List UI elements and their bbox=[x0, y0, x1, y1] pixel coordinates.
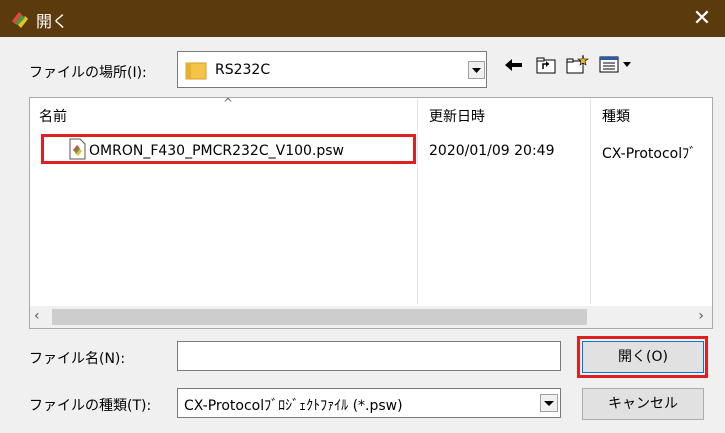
location-dropdown-button[interactable] bbox=[468, 61, 485, 79]
column-separator bbox=[590, 98, 591, 304]
highlight-file-box bbox=[41, 134, 416, 164]
column-header-name[interactable]: 名前 bbox=[39, 106, 67, 126]
file-date: 2020/01/09 20:49 bbox=[429, 143, 555, 159]
file-list[interactable]: ^ 名前 更新日時 種類 OMRON_F430_PMCR232C_V100.ps… bbox=[29, 96, 713, 329]
cancel-button[interactable]: キャンセル bbox=[582, 388, 704, 420]
filename-label: ファイル名(N): bbox=[29, 351, 126, 367]
column-header-date[interactable]: 更新日時 bbox=[429, 106, 485, 126]
folder-icon bbox=[185, 62, 207, 80]
new-folder-icon[interactable] bbox=[565, 53, 589, 77]
filename-input[interactable] bbox=[177, 341, 561, 371]
title-bar: 開く ✕ bbox=[0, 0, 725, 37]
column-separator bbox=[417, 98, 418, 304]
column-header-type[interactable]: 種類 bbox=[602, 106, 630, 126]
highlight-open-box bbox=[577, 336, 708, 378]
file-type: CX-Protocolﾌﾞ bbox=[602, 146, 697, 162]
scroll-right-icon[interactable]: › bbox=[698, 308, 704, 324]
filetype-dropdown-button[interactable] bbox=[540, 394, 558, 412]
filetype-combo[interactable]: CX-Protocolﾌﾞﾛｼﾞｪｸﾄﾌｧｲﾙ (*.psw) bbox=[177, 388, 561, 418]
filetype-label: ファイルの種類(T): bbox=[29, 398, 152, 414]
app-icon bbox=[12, 12, 28, 28]
back-arrow-icon[interactable] bbox=[502, 53, 526, 77]
location-combo[interactable]: RS232C bbox=[177, 51, 487, 88]
chevron-down-icon bbox=[544, 401, 554, 406]
open-file-dialog: 開く ✕ ファイルの場所(I): RS232C ^ 名前 更新日時 種類 OMR… bbox=[0, 0, 725, 433]
close-button[interactable]: ✕ bbox=[679, 0, 725, 37]
view-menu-icon[interactable] bbox=[598, 53, 638, 77]
sort-ascending-icon: ^ bbox=[223, 96, 234, 110]
dialog-title: 開く bbox=[36, 12, 69, 31]
location-value: RS232C bbox=[215, 62, 271, 78]
scroll-thumb[interactable] bbox=[52, 309, 587, 325]
scroll-left-icon[interactable]: ‹ bbox=[34, 308, 40, 324]
filetype-value: CX-Protocolﾌﾞﾛｼﾞｪｸﾄﾌｧｲﾙ (*.psw) bbox=[184, 398, 403, 414]
horizontal-scrollbar[interactable]: ‹ › bbox=[30, 306, 712, 328]
up-folder-icon[interactable] bbox=[534, 53, 558, 77]
location-label: ファイルの場所(I): bbox=[29, 65, 147, 81]
chevron-down-icon bbox=[472, 68, 481, 73]
